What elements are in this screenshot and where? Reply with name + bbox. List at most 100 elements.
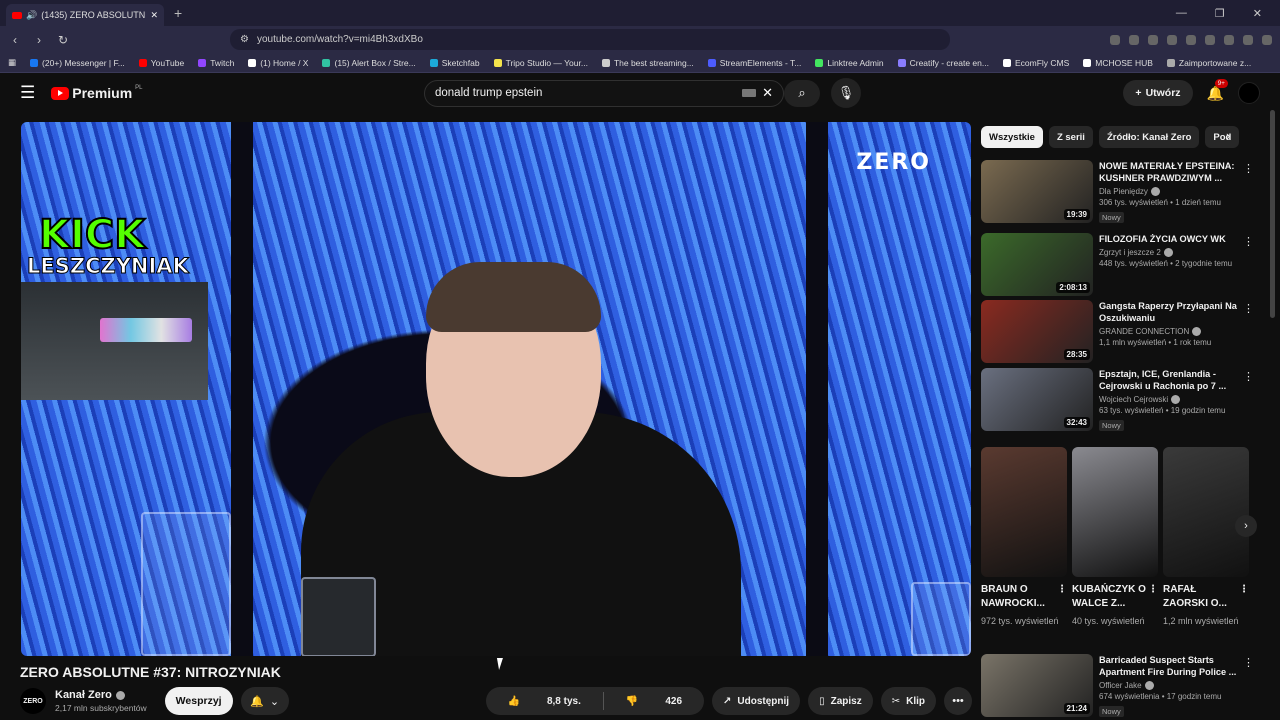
bookmark-item[interactable]: MCHOSE HUB xyxy=(1083,58,1153,68)
recommended-video[interactable]: 28:35 Gangsta Raperzy Przyłapani Na Oszuk… xyxy=(981,300,1266,363)
channel-avatar[interactable]: ZERO xyxy=(20,688,46,714)
browser-tab-active[interactable]: 🔊 (1435) ZERO ABSOLUTNE #37 ✕ xyxy=(6,4,164,26)
filter-chip[interactable]: Z serii xyxy=(1048,126,1093,148)
channel-name[interactable]: GRANDE CONNECTION xyxy=(1099,327,1239,336)
reload-icon[interactable]: ↻ xyxy=(56,33,70,47)
save-button[interactable]: ▯ Zapisz xyxy=(808,687,873,715)
bookmark-item[interactable]: StreamElements - T... xyxy=(707,58,801,68)
youtube-logo[interactable]: Premium PL xyxy=(51,85,143,101)
back-icon[interactable]: ‹ xyxy=(8,33,22,47)
more-options-icon[interactable]: ⋮ xyxy=(1243,235,1254,248)
close-tab-icon[interactable]: ✕ xyxy=(150,10,158,21)
site-info-icon[interactable]: ⚙ xyxy=(240,34,249,45)
menu-dots-icon[interactable] xyxy=(1262,34,1272,45)
short-item[interactable]: KUBAŃCZYK O WALCE Z... ⋮ 40 tys. wyświetle… xyxy=(1072,447,1158,627)
video-title[interactable]: Barricaded Suspect Starts Apartment Fire… xyxy=(1099,654,1239,678)
bookmark-item[interactable]: Sketchfab xyxy=(429,58,480,68)
video-player[interactable]: ZERO KICK LESZCZYNIAK xyxy=(21,122,971,656)
more-options-icon[interactable]: ⋮ xyxy=(1243,162,1254,175)
bookmark-item[interactable]: EcomFly CMS xyxy=(1002,58,1069,68)
short-item[interactable]: BRAUN O NAWROCKI... ⋮ 972 tys. wyświetleń xyxy=(981,447,1067,627)
apps-grid-icon[interactable]: ▦ xyxy=(8,57,16,68)
recommended-video[interactable]: 2:08:13 FILOZOFIA ŻYCIA OWCY WK Zgrzyt i j… xyxy=(981,233,1266,296)
extension-icon[interactable] xyxy=(1129,34,1139,45)
bookmark-item[interactable]: (20+) Messenger | F... xyxy=(30,58,125,68)
dislike-button[interactable]: 👎 426 xyxy=(604,696,704,707)
bookmark-item[interactable]: (15) Alert Box / Stre... xyxy=(322,58,416,68)
more-options-icon[interactable]: ⋮ xyxy=(1148,583,1158,611)
more-actions-button[interactable]: ••• xyxy=(944,687,972,715)
chevron-right-icon[interactable]: › xyxy=(1226,128,1230,143)
minimize-icon[interactable]: — xyxy=(1176,7,1187,20)
notifications-button[interactable]: 🔔 9+ xyxy=(1207,78,1228,102)
bookmark-item[interactable]: Twitch xyxy=(198,58,234,68)
clear-search-icon[interactable]: ✕ xyxy=(762,85,773,101)
extension-icon[interactable] xyxy=(1243,34,1253,45)
close-window-icon[interactable]: ✕ xyxy=(1253,7,1262,20)
extension-icon[interactable] xyxy=(1205,34,1215,45)
video-thumbnail[interactable]: 32:43 xyxy=(981,368,1093,431)
voice-search-button[interactable]: 🎙 xyxy=(831,78,861,108)
video-title[interactable]: Gangsta Raperzy Przyłapani Na Oszukiwani… xyxy=(1099,300,1239,324)
share-button[interactable]: ↗ Udostępnij xyxy=(712,687,801,715)
filter-chip[interactable]: Źródło: Kanał Zero xyxy=(1098,126,1200,148)
channel-name[interactable]: Zgrzyt i jeszcze 2 xyxy=(1099,248,1239,257)
channel-name[interactable]: Dla Pieniędzy xyxy=(1099,187,1239,196)
more-options-icon[interactable]: ⋮ xyxy=(1243,656,1254,669)
new-tab-button[interactable]: + xyxy=(174,5,182,21)
channel-name-row[interactable]: Kanał Zero xyxy=(55,689,147,701)
avatar[interactable] xyxy=(1238,82,1260,104)
video-thumbnail[interactable]: 2:08:13 xyxy=(981,233,1093,296)
extension-icon[interactable] xyxy=(1110,34,1120,45)
short-thumbnail[interactable] xyxy=(1072,447,1158,577)
video-title[interactable]: Epsztajn, ICE, Grenlandia - Cejrowski u … xyxy=(1099,368,1239,392)
more-options-icon[interactable]: ⋮ xyxy=(1243,370,1254,383)
search-button[interactable]: ⌕ xyxy=(784,79,820,107)
more-options-icon[interactable]: ⋮ xyxy=(1057,583,1067,611)
bookmark-item[interactable]: YouTube xyxy=(138,58,184,68)
bookmark-item[interactable]: (1) Home / X xyxy=(248,58,308,68)
recommended-video[interactable]: 21:24 Barricaded Suspect Starts Apartment… xyxy=(981,654,1266,719)
more-options-icon[interactable]: ⋮ xyxy=(1243,302,1254,315)
create-button[interactable]: + Utwórz xyxy=(1123,80,1193,106)
extension-icon[interactable] xyxy=(1148,34,1158,45)
extension-icon[interactable] xyxy=(1186,34,1196,45)
extension-icon[interactable] xyxy=(1224,34,1234,45)
more-options-icon[interactable]: ⋮ xyxy=(1239,583,1249,611)
video-thumbnail[interactable]: 21:24 xyxy=(981,654,1093,717)
hamburger-menu-icon[interactable]: ☰ xyxy=(20,83,35,103)
channel-name[interactable]: Wojciech Cejrowski xyxy=(1099,395,1239,404)
video-title[interactable]: FILOZOFIA ŻYCIA OWCY WK xyxy=(1099,233,1239,245)
keyboard-icon[interactable] xyxy=(742,89,757,97)
like-button[interactable]: 👍 8,8 tys. xyxy=(486,696,603,707)
short-thumbnail[interactable] xyxy=(1163,447,1249,577)
short-thumbnail[interactable] xyxy=(981,447,1067,577)
bookmark-item[interactable]: Creatify - create en... xyxy=(897,58,989,68)
filter-chip[interactable]: Pod xyxy=(1205,126,1240,148)
forward-icon[interactable]: › xyxy=(32,33,46,47)
restore-icon[interactable]: ❐ xyxy=(1215,7,1225,20)
extension-icon[interactable] xyxy=(1167,34,1177,45)
bookmark-item[interactable]: Zaimportowane z... xyxy=(1166,58,1251,68)
support-button[interactable]: Wesprzyj xyxy=(164,687,233,715)
video-thumbnail[interactable]: 19:39 xyxy=(981,160,1093,223)
search-input[interactable]: donald trump epstein ✕ xyxy=(424,79,784,107)
channel-name[interactable]: Officer Jake xyxy=(1099,681,1239,690)
video-thumbnail[interactable]: 28:35 xyxy=(981,300,1093,363)
short-title[interactable]: RAFAŁ ZAORSKI O... xyxy=(1163,583,1239,611)
shorts-next-button[interactable]: › xyxy=(1235,515,1257,537)
video-title[interactable]: NOWE MATERIAŁY EPSTEINA: KUSHNER PRAWDZI… xyxy=(1099,160,1239,184)
short-title[interactable]: BRAUN O NAWROCKI... xyxy=(981,583,1057,611)
short-title[interactable]: KUBAŃCZYK O WALCE Z... xyxy=(1072,583,1148,611)
recommended-video[interactable]: 19:39 NOWE MATERIAŁY EPSTEINA: KUSHNER PR… xyxy=(981,160,1266,225)
short-item[interactable]: RAFAŁ ZAORSKI O... ⋮ 1,2 mln wyświetleń xyxy=(1163,447,1249,627)
clip-button[interactable]: ✂ Klip xyxy=(880,687,936,715)
bookmark-item[interactable]: Tripo Studio — Your... xyxy=(493,58,588,68)
subscription-bell-button[interactable]: 🔔 ⌄ xyxy=(240,687,289,715)
bookmark-item[interactable]: The best streaming... xyxy=(601,58,694,68)
address-bar[interactable]: ⚙ youtube.com/watch?v=mi4Bh3xdXBo xyxy=(230,29,950,50)
bookmark-item[interactable]: Linktree Admin xyxy=(815,58,884,68)
recommended-video[interactable]: 32:43 Epsztajn, ICE, Grenlandia - Cejrows… xyxy=(981,368,1266,433)
filter-chip[interactable]: Wszystkie xyxy=(981,126,1043,148)
page-scrollbar[interactable] xyxy=(1270,110,1275,318)
